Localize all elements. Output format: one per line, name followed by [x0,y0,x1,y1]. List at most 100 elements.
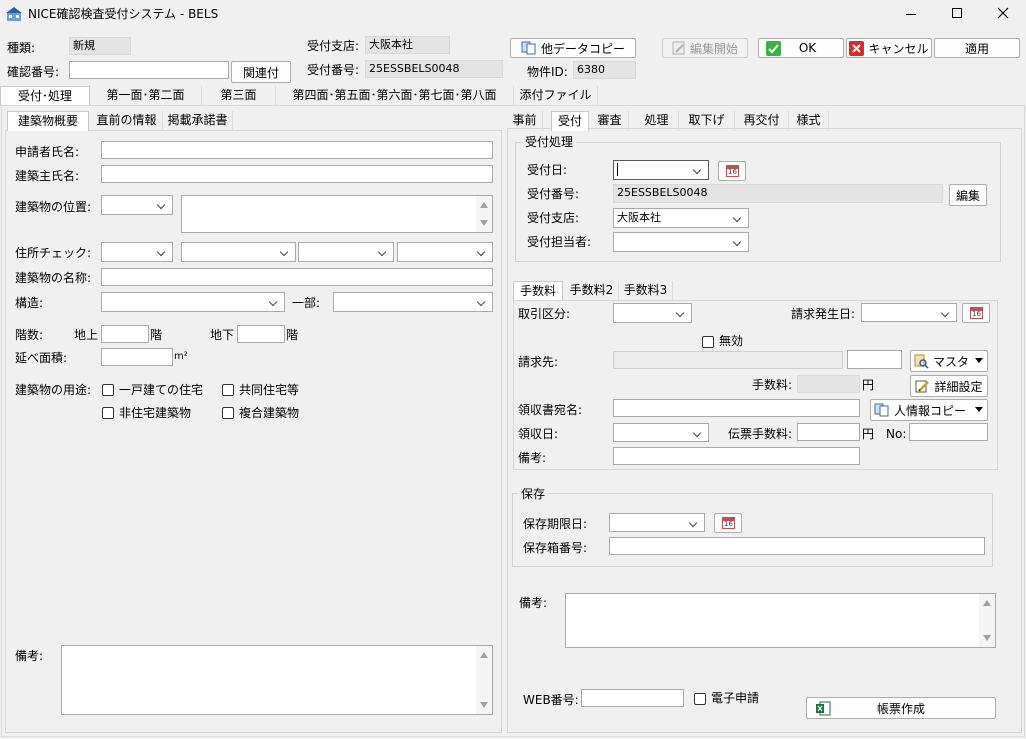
title-bar: NICE確認検査受付システム - BELS [0,0,1026,28]
fee-remarks-input[interactable] [613,447,860,465]
tab-fee-1[interactable]: 手数料 [513,281,563,301]
above-ground-input[interactable] [101,325,149,343]
reception-date-label: 受付日: [527,163,568,177]
left-remarks-textarea[interactable] [61,645,493,715]
tab-review[interactable]: 審査 [591,111,629,131]
reception-staff-select[interactable] [613,232,749,252]
web-no-input[interactable] [581,689,684,707]
use-mixed-label: 複合建築物 [239,406,300,420]
copy-data-button[interactable]: 他データコピー [510,38,636,58]
use-mixed-checkbox[interactable] [222,407,234,419]
ok-button[interactable]: OK [758,38,844,58]
confirm-no-label: 確認番号: [7,65,60,79]
tab-page1-2[interactable]: 第一面･第二面 [90,86,202,106]
check-icon [765,40,781,56]
structure-select[interactable] [101,292,285,312]
apply-button[interactable]: 適用 [934,38,1020,58]
address-select-1[interactable] [101,242,173,262]
cancel-button[interactable]: キャンセル [846,38,932,58]
storage-deadline-picker[interactable] [609,513,705,532]
tab-withdraw[interactable]: 取下げ [679,111,735,131]
below-ground-input[interactable] [237,325,285,343]
left-remarks-scrollbar[interactable] [476,646,492,714]
edit-start-button[interactable]: 編集開始 [662,38,748,58]
tab-page4-8[interactable]: 第四面･第五面･第六面･第七面･第八面 [276,86,514,106]
right-tab-strip: 事前 受付 審査 処理 取下げ 再交付 様式 [507,111,1022,131]
floor-area-input[interactable] [101,348,173,366]
applicant-input[interactable] [101,141,493,159]
reception-no-value: 25ESSBELS0048 [613,184,943,203]
reception-edit-button[interactable]: 編集 [949,184,987,206]
location-textarea[interactable] [181,195,493,233]
tab-page3[interactable]: 第三面 [202,86,276,106]
address-select-2[interactable] [181,242,296,262]
billing-input[interactable] [613,351,843,369]
right-remarks-textarea[interactable] [565,593,996,648]
receipt-date-picker[interactable] [613,423,709,442]
billing-code-input[interactable] [847,350,902,369]
tab-attachments[interactable]: 添付ファイル [514,86,598,106]
copy-icon [521,41,536,55]
reception-no-label: 受付番号: [527,187,580,201]
invoice-calendar-button[interactable] [962,303,990,323]
person-copy-button[interactable]: 人情報コピー [870,399,988,421]
web-no-label: WEB番号: [523,693,579,707]
invoice-date-picker[interactable] [861,303,957,322]
cross-icon [849,40,865,56]
text-cursor [617,163,618,176]
owner-input[interactable] [101,165,493,183]
receipt-name-label: 領収書宛名: [518,403,583,417]
window-title: NICE確認検査受付システム - BELS [28,7,219,21]
storage-box-input[interactable] [609,537,985,555]
master-button[interactable]: マスタ [910,350,988,372]
chevron-down-icon [975,407,983,412]
tab-accept[interactable]: 受付 [551,111,589,131]
receipt-name-input[interactable] [613,399,860,417]
reception-date-picker[interactable] [613,160,709,180]
use-apartment-checkbox[interactable] [222,384,234,396]
right-remarks-scrollbar[interactable] [979,594,995,647]
tab-pre[interactable]: 事前 [507,111,543,131]
link-button[interactable]: 関連付 [231,61,291,83]
minimize-button[interactable] [888,0,934,28]
slip-fee-input[interactable] [797,423,860,441]
maximize-button[interactable] [934,0,980,28]
above-floor-unit: 階 [150,328,163,342]
tab-reissue[interactable]: 再交付 [735,111,789,131]
partial-label: 一部: [292,296,321,310]
partial-structure-select[interactable] [333,292,493,312]
billing-label: 請求先: [518,355,559,369]
tab-fee-3[interactable]: 手数料3 [619,281,673,301]
tab-reception[interactable]: 受付･処理 [0,86,90,106]
master-label: マスタ [933,354,970,369]
left-remarks-label: 備考: [15,649,44,663]
tab-publication-consent[interactable]: 掲載承諾書 [163,111,233,131]
tab-previous-info[interactable]: 直前の情報 [91,111,163,131]
reception-calendar-button[interactable] [718,161,746,181]
use-non-residential-checkbox[interactable] [102,407,114,419]
building-name-input[interactable] [101,268,493,286]
location-label: 建築物の位置: [15,200,92,214]
address-select-4[interactable] [397,242,493,262]
reception-branch-select[interactable]: 大阪本社 [613,208,749,228]
tab-process[interactable]: 処理 [635,111,679,131]
use-detached-house-checkbox[interactable] [102,384,114,396]
tab-fee-2[interactable]: 手数料2 [565,281,619,301]
report-create-button[interactable]: 帳票作成 [806,697,996,719]
trade-type-select[interactable] [613,303,692,323]
storage-calendar-button[interactable] [714,513,742,533]
slip-fee-label: 伝票手数料: [728,427,793,441]
no-input[interactable] [909,423,988,441]
chevron-down-icon [975,358,983,363]
location-prefecture-select[interactable] [101,195,173,215]
confirm-no-input[interactable] [69,61,229,79]
tab-format[interactable]: 様式 [789,111,829,131]
close-window-button[interactable] [980,0,1026,28]
invalid-checkbox[interactable] [702,336,714,348]
e-apply-checkbox[interactable] [694,693,706,705]
location-scrollbar[interactable] [476,196,492,232]
edit-start-label: 編集開始 [689,41,738,56]
detail-settings-button[interactable]: 詳細設定 [910,375,988,397]
tab-building-overview[interactable]: 建築物概要 [7,111,89,131]
address-select-3[interactable] [298,242,394,262]
